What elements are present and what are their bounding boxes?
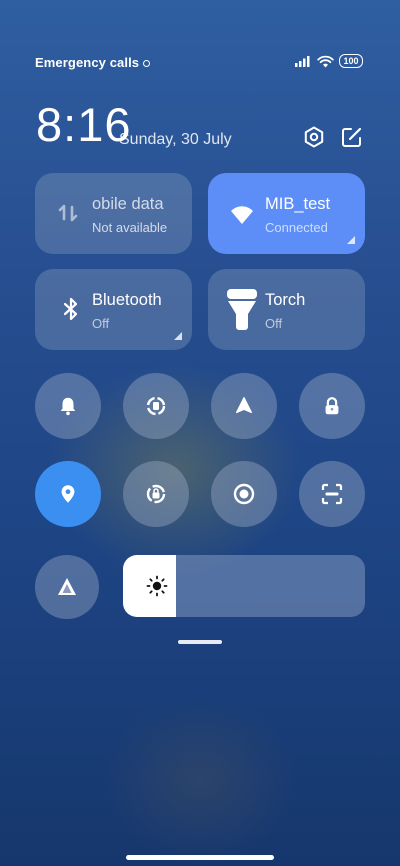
bluetooth-tile[interactable]: Bluetooth Off xyxy=(35,269,192,350)
home-indicator[interactable] xyxy=(126,855,274,860)
edit-icon[interactable] xyxy=(340,125,364,149)
screenshot-icon xyxy=(321,483,343,505)
status-dot-icon xyxy=(143,60,151,67)
mobile-data-icon xyxy=(58,204,78,222)
airplane-icon xyxy=(235,397,253,414)
wifi-status: Connected xyxy=(265,220,328,235)
bluetooth-label: Bluetooth xyxy=(92,291,162,309)
bell-icon xyxy=(60,397,76,416)
airplane-toggle[interactable] xyxy=(211,373,277,439)
lock-toggle[interactable] xyxy=(299,373,365,439)
bluetooth-icon xyxy=(63,297,78,321)
screen-record-icon xyxy=(233,483,255,505)
wifi-tile-icon xyxy=(231,206,253,224)
torch-tile[interactable]: Torch Off xyxy=(208,269,365,350)
date: Sunday, 30 July xyxy=(119,131,232,148)
location-icon xyxy=(61,485,75,503)
wifi-network-name: MIB_test xyxy=(265,195,331,213)
signal-icon xyxy=(295,56,310,67)
auto-brightness-icon xyxy=(58,578,76,595)
screen-record-toggle[interactable] xyxy=(211,461,277,527)
settings-icon[interactable] xyxy=(302,125,326,149)
mobile-data-label: obile data xyxy=(92,195,164,213)
location-toggle[interactable] xyxy=(35,461,101,527)
torch-icon xyxy=(227,289,257,330)
clock: 8:16 xyxy=(36,98,132,151)
torch-status: Off xyxy=(265,316,283,331)
bluetooth-status: Off xyxy=(92,316,110,331)
wifi-expand-icon[interactable] xyxy=(347,236,355,244)
wifi-icon xyxy=(317,55,334,67)
mobile-data-tile[interactable]: obile data Not available xyxy=(35,173,192,254)
rotation-lock-toggle[interactable] xyxy=(123,461,189,527)
status-icons: 100 xyxy=(294,54,363,68)
brightness-slider[interactable] xyxy=(123,555,365,617)
auto-brightness-toggle[interactable] xyxy=(35,555,99,619)
panel-drag-handle[interactable] xyxy=(178,640,222,644)
bluetooth-expand-icon[interactable] xyxy=(174,332,182,340)
sun-icon xyxy=(146,575,168,597)
auto-rotate-icon xyxy=(146,396,166,416)
emergency-calls-text: Emergency calls xyxy=(35,55,140,70)
lock-icon xyxy=(325,397,339,415)
auto-rotate-toggle[interactable] xyxy=(123,373,189,439)
battery-level: 100 xyxy=(343,55,359,66)
torch-label: Torch xyxy=(265,291,306,309)
screenshot-toggle[interactable] xyxy=(299,461,365,527)
battery-icon: 100 xyxy=(339,54,363,68)
silent-toggle[interactable] xyxy=(35,373,101,439)
rotation-lock-icon xyxy=(146,484,166,504)
status-carrier: Emergency calls xyxy=(35,55,151,70)
mobile-data-status: Not available xyxy=(92,220,168,235)
wifi-tile[interactable]: MIB_test Connected xyxy=(208,173,365,254)
